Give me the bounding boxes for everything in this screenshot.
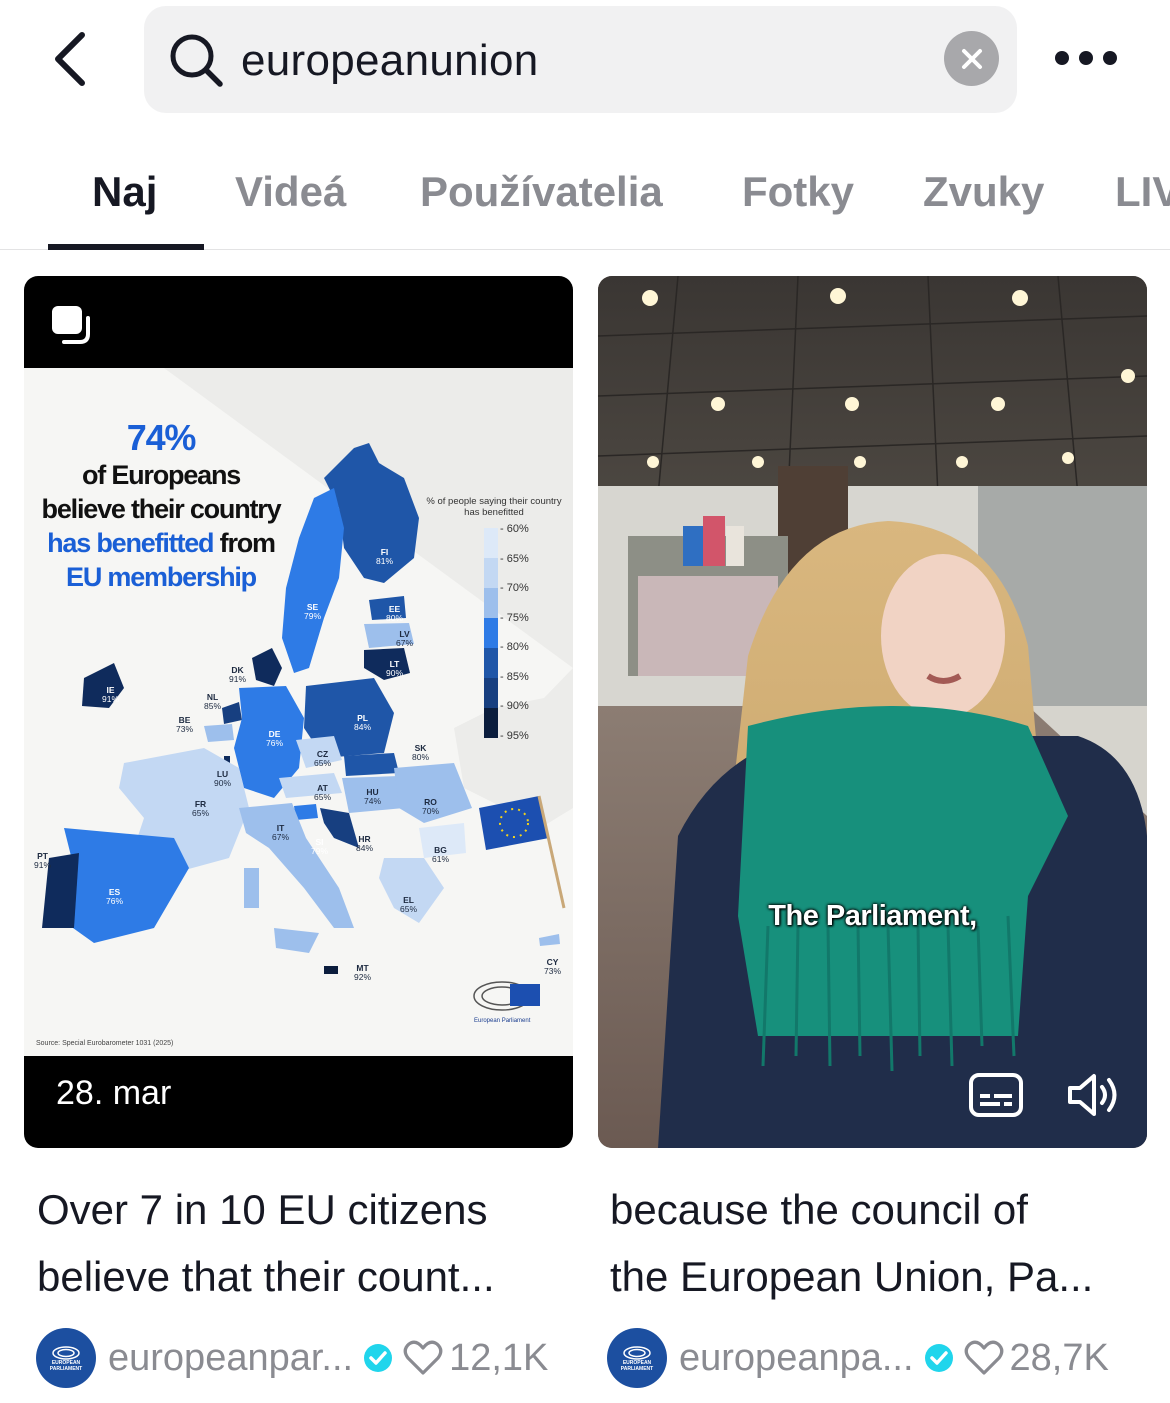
country-label-nl: NL 85% — [204, 692, 222, 711]
eu-map-image: 74% of Europeans believe their country h… — [24, 368, 573, 1056]
country-label-pl: PL 84% — [354, 713, 372, 732]
country-label-dk: DK 91% — [229, 665, 247, 684]
tab-users[interactable]: Používatelia — [420, 168, 663, 216]
country-label-es: ES 76% — [106, 887, 124, 906]
captions-icon[interactable] — [968, 1072, 1024, 1118]
heart-icon[interactable] — [403, 1340, 443, 1376]
tab-sounds[interactable]: Zvuky — [923, 168, 1044, 216]
infographic-headline: 74% of Europeans believe their country h… — [41, 417, 282, 593]
video-subtitle: The Parliament, — [768, 900, 977, 932]
search-bar[interactable]: europeanunion — [144, 6, 1017, 113]
tab-photos[interactable]: Fotky — [742, 168, 854, 216]
country-label-hr: HR 84% — [356, 834, 374, 853]
country-label-cz: CZ 65% — [314, 749, 332, 768]
legend-step-label: - 65% — [500, 552, 529, 565]
carousel-icon — [52, 306, 90, 344]
post-meta: EUROPEAN PARLIAMENT europeanpar... 12,1K — [36, 1326, 548, 1390]
country-label-se: SE 79% — [304, 602, 322, 621]
clear-search-button[interactable] — [944, 31, 999, 86]
country-label-mt: MT 92% — [354, 963, 372, 982]
result-card-video[interactable]: The Parliament, — [598, 276, 1147, 1148]
tab-live[interactable]: LIVE — [1115, 168, 1170, 216]
verified-badge-icon — [364, 1344, 393, 1372]
country-label-sk: SK 80% — [412, 743, 430, 762]
close-icon — [961, 48, 982, 69]
tab-videos[interactable]: Videá — [235, 168, 346, 216]
european-parliament-logo — [473, 981, 540, 1011]
volume-icon[interactable] — [1066, 1070, 1122, 1120]
post-date: 28. mar — [56, 1074, 172, 1112]
legend-step-label: - 60% — [500, 523, 529, 535]
like-count: 12,1K — [449, 1336, 549, 1379]
avatar[interactable]: EUROPEAN PARLIAMENT — [607, 1328, 667, 1388]
avatar[interactable]: EUROPEAN PARLIAMENT — [36, 1328, 96, 1388]
chevron-left-icon — [55, 32, 85, 86]
country-label-at: AT 65% — [314, 783, 332, 802]
country-label-de: DE 76% — [266, 729, 284, 748]
search-input[interactable]: europeanunion — [241, 36, 539, 86]
search-tabs: Naj Videá Používatelia Fotky Zvuky LIVE — [0, 150, 1170, 250]
logo-text: European Parliament — [474, 1018, 531, 1024]
legend-step-label: - 90% — [500, 700, 529, 712]
legend-step-label: - 85% — [500, 670, 529, 683]
country-label-ie: IE 91% — [102, 685, 120, 704]
verified-badge-icon — [924, 1344, 953, 1372]
country-label-lt: LT 90% — [386, 659, 404, 678]
parliament-logo-icon — [623, 1346, 651, 1360]
country-label-it: IT 67% — [272, 823, 290, 842]
legend-scale — [484, 528, 498, 738]
country-label-ee: EE 80% — [386, 604, 404, 623]
parliament-logo-icon — [52, 1346, 80, 1360]
legend-step-label: - 95% — [500, 729, 529, 742]
country-label-bg: BG 61% — [432, 845, 450, 864]
country-label-el: EL 65% — [400, 895, 418, 914]
country-label-lv: LV 67% — [396, 629, 414, 648]
post-caption[interactable]: because the council of the European Unio… — [610, 1176, 1130, 1310]
heart-icon[interactable] — [964, 1340, 1004, 1376]
video-thumbnail — [598, 276, 1147, 1148]
username[interactable]: europeanpar... — [108, 1337, 353, 1380]
legend-step-label: - 80% — [500, 641, 529, 653]
back-button[interactable] — [40, 26, 100, 92]
tab-top[interactable]: Naj — [92, 168, 157, 216]
country-label-fr: FR 65% — [192, 799, 210, 818]
country-label-pt: PT 91% — [34, 851, 52, 870]
country-label-be: BE 73% — [176, 715, 194, 734]
legend-title: % of people saying their country has ben… — [426, 496, 562, 518]
result-card-photo[interactable]: 74% of Europeans believe their country h… — [24, 276, 573, 1148]
country-label-ro: RO 70% — [422, 797, 440, 816]
username[interactable]: europeanpa... — [679, 1337, 914, 1380]
country-label-si: SI 79% — [311, 837, 329, 856]
country-label-fi: FI 81% — [376, 547, 394, 566]
active-tab-indicator — [48, 244, 204, 250]
search-icon — [170, 34, 223, 87]
post-caption[interactable]: Over 7 in 10 EU citizens believe that th… — [37, 1176, 557, 1310]
like-count: 28,7K — [1009, 1336, 1109, 1379]
legend-step-label: - 70% — [500, 582, 529, 594]
country-label-cy: CY 73% — [544, 957, 562, 976]
more-options-button[interactable] — [1055, 40, 1117, 76]
legend-step-label: - 75% — [500, 611, 529, 624]
more-horizontal-icon — [1055, 51, 1069, 65]
source-note: Source: Special Eurobarometer 1031 (2025… — [36, 1040, 174, 1047]
country-label-hu: HU 74% — [364, 787, 382, 806]
country-label-lu: LU 90% — [214, 769, 232, 788]
post-meta: EUROPEAN PARLIAMENT europeanpa... 28,7K — [607, 1326, 1109, 1390]
